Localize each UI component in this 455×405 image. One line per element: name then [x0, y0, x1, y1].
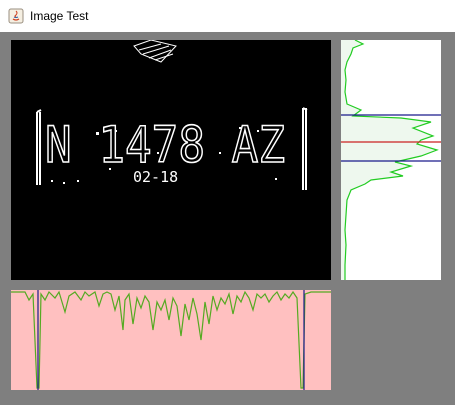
plate-main-text: N 1478 AZ	[45, 116, 285, 174]
top-edge-fragment	[133, 40, 177, 63]
plate-characters: N 1478 AZ 02-18	[44, 115, 286, 186]
column-histogram-curve	[11, 290, 331, 389]
row-projection-graph	[341, 40, 441, 280]
row-histogram	[341, 40, 441, 280]
java-app-icon	[8, 8, 24, 24]
plate-edge-image: N 1478 AZ 02-18	[36, 40, 308, 190]
window-title: Image Test	[30, 9, 89, 23]
edge-detection-image: N 1478 AZ 02-18	[11, 40, 331, 280]
row-histogram-fill	[341, 40, 437, 280]
window-title-bar: Image Test	[0, 0, 455, 32]
column-histogram	[11, 290, 331, 390]
plate-sub-text: 02-18	[133, 168, 178, 186]
column-projection-graph	[11, 290, 331, 390]
